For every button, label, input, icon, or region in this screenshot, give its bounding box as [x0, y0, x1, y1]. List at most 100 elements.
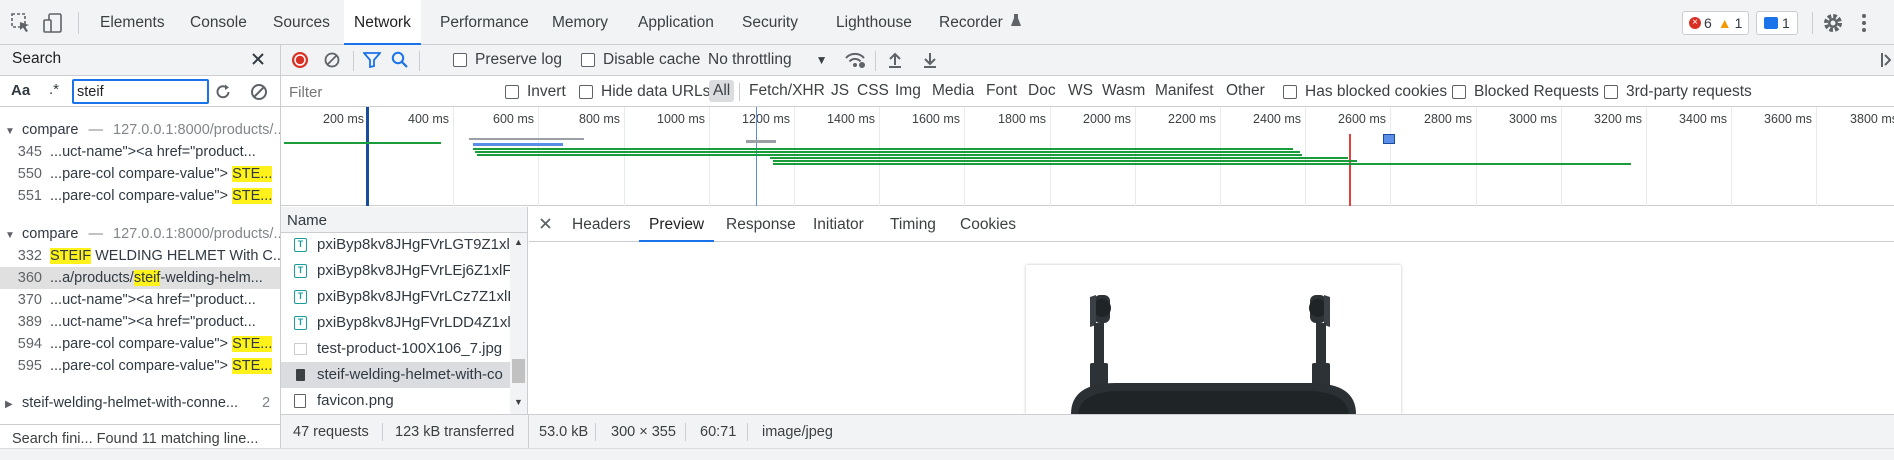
checkbox[interactable] [1283, 85, 1297, 99]
tab-sources[interactable]: Sources [273, 0, 330, 45]
scroll-down-arrow-icon[interactable]: ▼ [514, 397, 523, 407]
name-column-header[interactable]: Name [281, 207, 527, 233]
issues-counter[interactable]: × 6 ▲ 1 [1682, 11, 1750, 35]
disable-cache-checkbox[interactable]: Disable cache [581, 51, 700, 69]
search-icon[interactable] [391, 51, 409, 73]
scrollbar-thumb[interactable] [512, 359, 525, 383]
tab-response[interactable]: Response [726, 207, 796, 242]
more-tools-icon[interactable] [1881, 52, 1892, 72]
clear-icon[interactable] [324, 52, 340, 72]
request-row-selected[interactable]: steif-welding-helmet-with-co [281, 362, 527, 388]
messages-counter[interactable]: 1 [1756, 11, 1798, 35]
search-result-row[interactable]: 370 ...uct-name"><a href="product... [0, 289, 280, 311]
type-filter-js[interactable]: JS [831, 82, 849, 100]
tab-preview[interactable]: Preview [639, 207, 715, 242]
more-options-icon[interactable] [1860, 12, 1868, 38]
search-result-row[interactable]: 550 ...pare-col compare-value"> STE... [0, 163, 280, 185]
type-filter-font[interactable]: Font [986, 82, 1017, 100]
search-result-group-collapsed[interactable]: ▶ steif-welding-helmet-with-conne... 2 [0, 392, 280, 414]
waterfall-bar [773, 163, 1631, 165]
throttling-select[interactable]: No throttling ▼ [708, 51, 827, 69]
regex-button[interactable]: .* [49, 81, 59, 98]
search-result-row-selected[interactable]: 360 ...a/products/steif-welding-helm... [0, 267, 280, 289]
request-row[interactable]: TpxiByp8kv8JHgFVrLEj6Z1xlFQ [281, 258, 527, 284]
search-result-row[interactable]: 332 STEIF WELDING HELMET With C... [0, 245, 280, 267]
search-result-row[interactable]: 345 ...uct-name"><a href="product... [0, 141, 280, 163]
request-row[interactable]: test-product-100X106_7.jpg [281, 336, 527, 362]
device-toolbar-icon[interactable] [42, 12, 64, 34]
preserve-log-checkbox[interactable]: Preserve log [453, 51, 562, 69]
filter-icon[interactable] [362, 52, 382, 72]
tab-cookies[interactable]: Cookies [960, 207, 1016, 242]
tab-timing[interactable]: Timing [890, 207, 936, 242]
close-icon[interactable] [539, 217, 552, 234]
dropdown-arrow-icon: ▼ [815, 53, 828, 67]
tab-elements[interactable]: Elements [100, 0, 165, 45]
request-name: pxiByp8kv8JHgFVrLEj6Z1xlFQ [317, 262, 524, 279]
network-overview-timeline[interactable]: 200 ms 400 ms 600 ms 800 ms 1000 ms 1200 ms 14… [281, 107, 1894, 206]
filter-input[interactable] [283, 80, 489, 104]
request-row[interactable]: TpxiByp8kv8JHgFVrLDD4Z1xlF. [281, 310, 527, 336]
refresh-icon[interactable] [214, 83, 232, 105]
checkbox[interactable] [505, 85, 519, 99]
blocked-requests-checkbox[interactable]: Blocked Requests [1452, 83, 1599, 101]
match-case-button[interactable]: Aa [11, 82, 30, 99]
tab-console[interactable]: Console [190, 0, 247, 45]
type-filter-media[interactable]: Media [932, 82, 974, 100]
type-filter-wasm[interactable]: Wasm [1102, 82, 1145, 100]
tab-lighthouse[interactable]: Lighthouse [836, 0, 912, 45]
type-filter-ws[interactable]: WS [1068, 82, 1093, 100]
inspect-element-icon[interactable] [10, 12, 32, 34]
request-row[interactable]: TpxiByp8kv8JHgFVrLCz7Z1xlFC [281, 284, 527, 310]
search-status: Search fini... Found 11 matching line... [12, 431, 259, 447]
scrollbar[interactable]: ▲ ▼ [510, 233, 527, 414]
search-result-row[interactable]: 551 ...pare-col compare-value"> STE... [0, 185, 280, 207]
clear-search-icon[interactable] [250, 83, 268, 105]
checkbox[interactable] [581, 53, 595, 67]
tab-network[interactable]: Network [344, 0, 421, 45]
search-input[interactable] [72, 79, 209, 104]
scroll-up-arrow-icon[interactable]: ▲ [514, 237, 523, 247]
timeline-gridline [1816, 107, 1817, 206]
search-result-row[interactable]: 595 ...pare-col compare-value"> STE... [0, 355, 280, 377]
network-conditions-icon[interactable] [844, 51, 866, 73]
import-har-icon[interactable] [887, 51, 903, 73]
result-file-name: compare [22, 226, 79, 242]
tab-headers[interactable]: Headers [572, 207, 631, 242]
type-filter-doc[interactable]: Doc [1028, 82, 1056, 100]
type-filter-other[interactable]: Other [1226, 82, 1265, 100]
timeline-tick-label: 2400 ms [1253, 112, 1301, 126]
invert-checkbox[interactable]: Invert [505, 83, 566, 101]
search-result-group[interactable]: ▼ compare — 127.0.0.1:8000/products/... [0, 119, 280, 141]
image-preview [1026, 265, 1401, 414]
close-icon[interactable] [250, 51, 266, 71]
type-filter-img[interactable]: Img [895, 82, 921, 100]
hide-data-urls-checkbox[interactable]: Hide data URLs [579, 83, 710, 101]
type-filter-fetch-xhr[interactable]: Fetch/XHR [749, 82, 825, 100]
search-result-group[interactable]: ▼ compare — 127.0.0.1:8000/products/... [0, 223, 280, 245]
checkbox[interactable] [579, 85, 593, 99]
checkbox[interactable] [453, 53, 467, 67]
gear-icon[interactable] [1822, 12, 1844, 38]
tab-performance[interactable]: Performance [440, 0, 529, 45]
type-filter-manifest[interactable]: Manifest [1155, 82, 1214, 100]
timeline-gridline [1476, 107, 1477, 206]
record-icon[interactable] [291, 51, 309, 73]
request-row[interactable]: favicon.png [281, 388, 527, 414]
tab-security[interactable]: Security [742, 0, 798, 45]
checkbox[interactable] [1604, 85, 1618, 99]
tab-recorder[interactable]: Recorder [939, 0, 1022, 45]
tab-initiator[interactable]: Initiator [813, 207, 864, 242]
third-party-requests-checkbox[interactable]: 3rd-party requests [1604, 83, 1752, 101]
checkbox[interactable] [1452, 85, 1466, 99]
tab-memory[interactable]: Memory [552, 0, 608, 45]
tab-application[interactable]: Application [638, 0, 714, 45]
type-filter-css[interactable]: CSS [857, 82, 889, 100]
search-result-row[interactable]: 389 ...uct-name"><a href="product... [0, 311, 280, 333]
line-number: 370 [17, 292, 42, 308]
has-blocked-cookies-checkbox[interactable]: Has blocked cookies [1283, 83, 1447, 101]
search-result-row[interactable]: 594 ...pare-col compare-value"> STE... [0, 333, 280, 355]
type-filter-all[interactable]: All [709, 80, 735, 102]
request-row[interactable]: TpxiByp8kv8JHgFVrLGT9Z1xlF... [281, 232, 527, 258]
export-har-icon[interactable] [922, 51, 938, 73]
